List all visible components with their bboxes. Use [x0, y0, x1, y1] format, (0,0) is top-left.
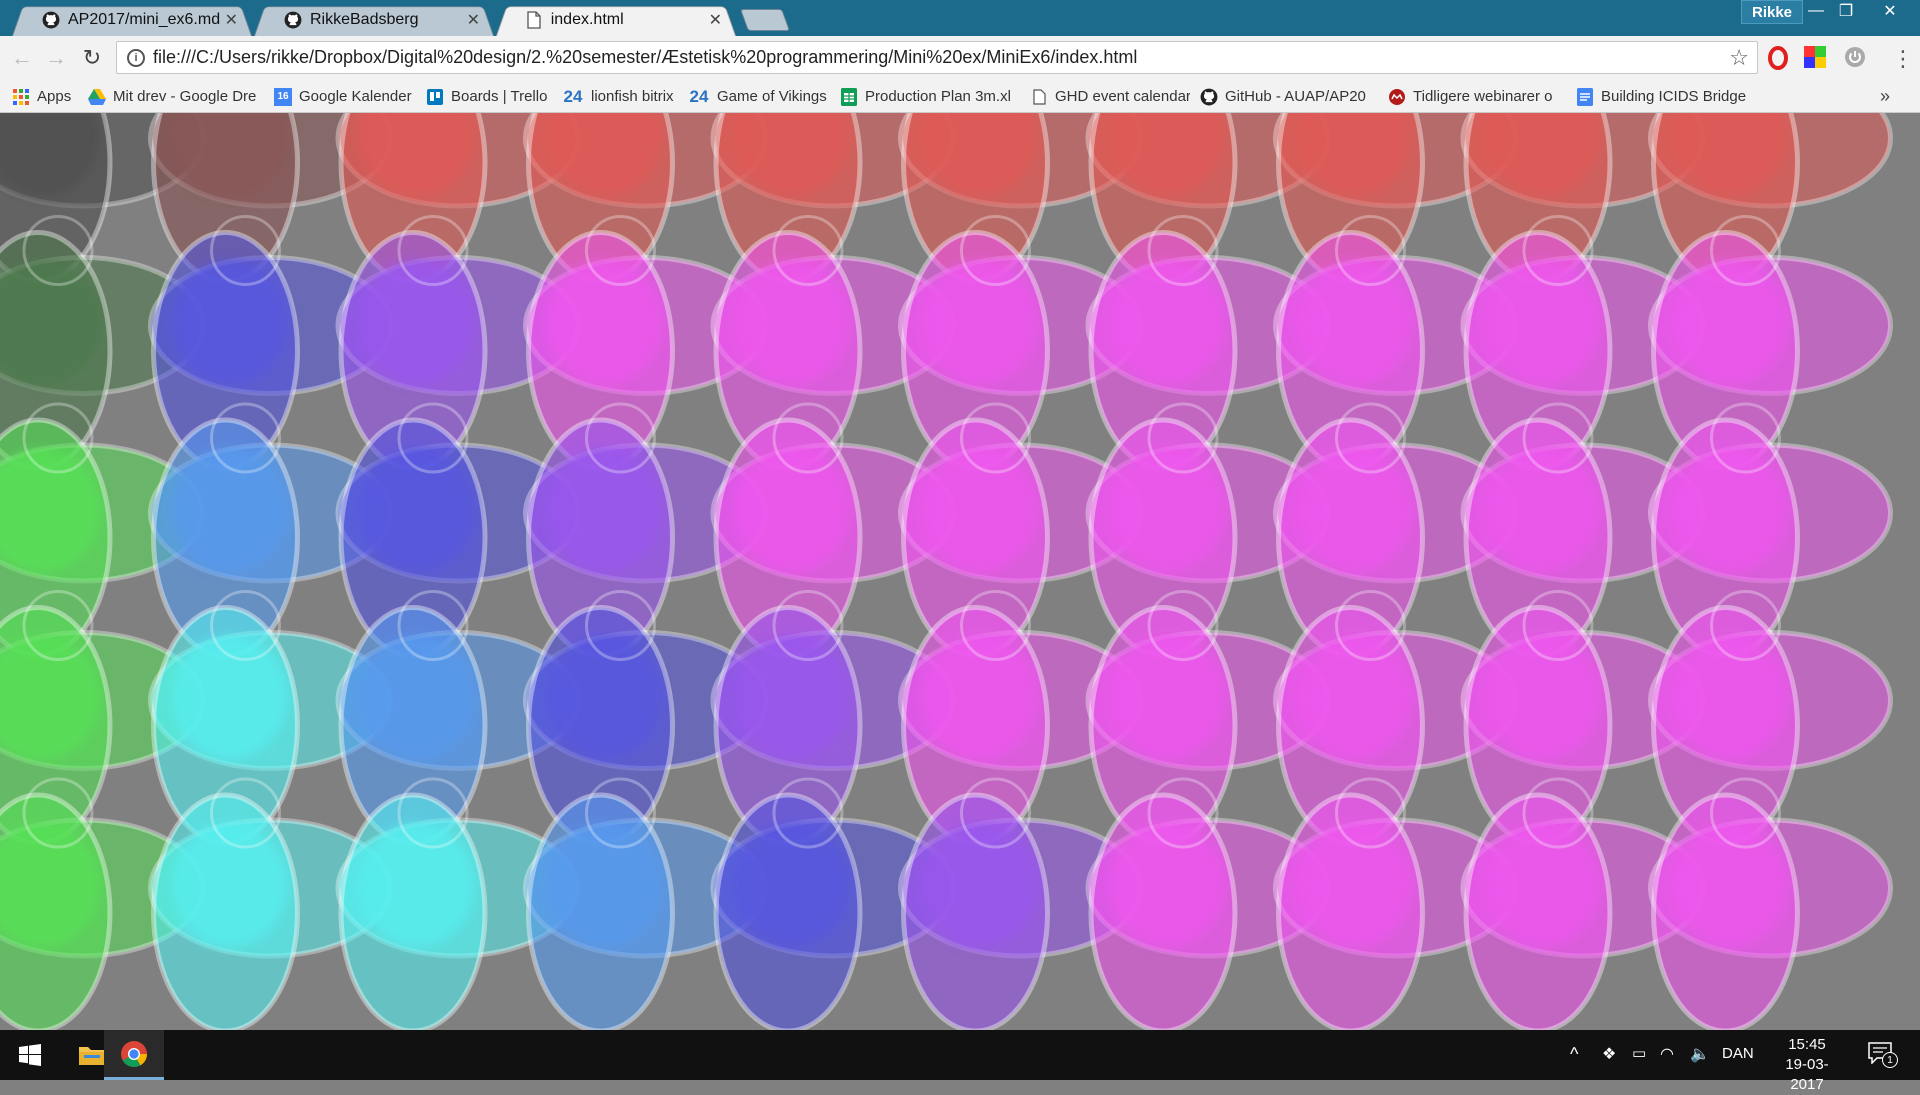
windows-taskbar: ^ ❖ ▭ ◠ 🔈 DAN 15:45 19-03-2017 1: [0, 1030, 1920, 1093]
bookmark-label: Tidligere webinarer o: [1413, 88, 1553, 105]
tab-title: RikkeBadsberg: [310, 10, 419, 28]
calendar-icon: 16: [274, 87, 292, 106]
new-tab-button[interactable]: [739, 9, 791, 31]
wifi-icon[interactable]: ◠: [1660, 1044, 1674, 1064]
opera-extension-icon[interactable]: [1766, 46, 1790, 70]
reload-button[interactable]: ↻: [78, 44, 106, 72]
clock-time: 15:45: [1788, 1036, 1826, 1053]
notification-count: 1: [1882, 1052, 1898, 1068]
bookmark-lionfish-bitrix[interactable]: 24 lionfish bitrix: [562, 80, 680, 113]
github-icon: [42, 11, 60, 29]
bookmark-label: Apps: [37, 88, 72, 105]
windows-logo-icon: [19, 1044, 41, 1066]
bookmark-label: Google Kalender: [299, 88, 412, 105]
trello-icon: [426, 88, 444, 106]
bookmark-google-kalender[interactable]: 16 Google Kalender: [274, 80, 414, 113]
minimize-button[interactable]: —: [1800, 0, 1832, 22]
file-icon: [526, 10, 543, 29]
dropbox-icon[interactable]: ❖: [1602, 1044, 1616, 1064]
close-window-button[interactable]: ✕: [1874, 0, 1906, 22]
battery-icon[interactable]: ▭: [1632, 1044, 1646, 1062]
reload-icon: ↻: [82, 45, 102, 70]
bookmark-ghd-event-calendar[interactable]: GHD event calendar: [1030, 80, 1190, 113]
arrow-right-icon: →: [45, 45, 67, 70]
bookmark-label: GitHub - AUAP/AP20: [1225, 88, 1366, 105]
bitrix24-icon: 24: [563, 86, 583, 106]
bookmarks-bar: Apps Mit drev - Google Dre 16 Google Kal…: [0, 80, 1920, 113]
volume-icon[interactable]: 🔈: [1690, 1044, 1710, 1064]
browser-title-bar: AP2017/mini_ex6.md at r ✕ RikkeBadsberg …: [0, 0, 1920, 37]
tab-ap2017[interactable]: AP2017/mini_ex6.md at r ✕: [12, 3, 252, 37]
bookmark-building-icids-bridge[interactable]: Building ICIDS Bridge: [1576, 80, 1748, 113]
language-indicator[interactable]: DAN: [1722, 1045, 1754, 1062]
bookmark-label: Building ICIDS Bridge: [1601, 88, 1747, 105]
bookmark-google-drive[interactable]: Mit drev - Google Dre: [88, 80, 258, 113]
clock-date: 19-03-2017: [1785, 1056, 1829, 1093]
bitrix24-icon: 24: [689, 86, 709, 106]
power-extension-icon[interactable]: [1844, 46, 1868, 70]
tab-title: AP2017/mini_ex6.md at r: [68, 10, 225, 28]
docs-icon: [1576, 87, 1594, 106]
clock[interactable]: 15:45 19-03-2017: [1772, 1035, 1842, 1095]
sheets-icon: [840, 87, 858, 106]
tab-index-html[interactable]: index.html ✕: [496, 3, 736, 37]
bookmark-label: Mit drev - Google Dre: [113, 88, 257, 105]
arrow-left-icon: ←: [11, 45, 33, 70]
webinar-icon: [1388, 88, 1406, 106]
info-icon[interactable]: i: [127, 48, 145, 67]
bookmark-label: Game of Vikings: [717, 88, 827, 105]
close-icon[interactable]: ✕: [709, 10, 722, 30]
bookmark-label: lionfish bitrix: [591, 88, 674, 105]
more-menu-icon[interactable]: ⋮: [1892, 46, 1914, 72]
notification-center-button[interactable]: 1: [1868, 1042, 1898, 1068]
bookmarks-overflow-icon[interactable]: »: [1880, 86, 1890, 107]
tab-title: index.html: [550, 10, 624, 28]
chrome-button[interactable]: [104, 1030, 164, 1080]
bookmark-github-auap[interactable]: GitHub - AUAP/AP20: [1200, 80, 1372, 113]
forward-button[interactable]: →: [42, 44, 70, 72]
close-icon[interactable]: ✕: [225, 10, 238, 30]
start-button[interactable]: [0, 1030, 60, 1080]
apps-grid-icon: [12, 88, 30, 106]
ellipse-pattern: [0, 113, 1893, 1030]
bookmark-label: Production Plan 3m.xl: [865, 88, 1011, 105]
page-icon: [1030, 88, 1048, 106]
bookmark-game-of-vikings[interactable]: 24 Game of Vikings: [688, 80, 828, 113]
chevron-up-icon[interactable]: ^: [1570, 1044, 1578, 1065]
sketch-canvas[interactable]: [0, 113, 1920, 1030]
github-icon: [284, 11, 302, 29]
bookmark-apps[interactable]: Apps: [12, 80, 76, 113]
back-button[interactable]: ←: [8, 44, 36, 72]
close-icon[interactable]: ✕: [467, 10, 480, 30]
google-drive-icon: [88, 88, 106, 106]
bookmark-label: Boards | Trello: [451, 88, 548, 105]
restore-button[interactable]: ❐: [1830, 0, 1862, 22]
bookmark-label: GHD event calendar: [1055, 88, 1190, 105]
profile-button[interactable]: Rikke: [1741, 0, 1804, 24]
bookmark-star-icon[interactable]: ☆: [1729, 45, 1749, 71]
github-icon: [1200, 88, 1218, 106]
bookmark-trello[interactable]: Boards | Trello: [426, 80, 556, 113]
tab-rikkebadsberg[interactable]: RikkeBadsberg ✕: [254, 3, 494, 37]
address-bar[interactable]: i file:///C:/Users/rikke/Dropbox/Digital…: [116, 41, 1758, 74]
folder-icon: [79, 1047, 105, 1065]
browser-toolbar: ← → ↻ i file:///C:/Users/rikke/Dropbox/D…: [0, 36, 1920, 80]
bookmark-tidligere-webinarer[interactable]: Tidligere webinarer o: [1388, 80, 1560, 113]
chrome-icon: [121, 1040, 148, 1067]
bookmark-production-plan[interactable]: Production Plan 3m.xl: [840, 80, 1012, 113]
address-url[interactable]: file:///C:/Users/rikke/Dropbox/Digital%2…: [153, 47, 1137, 68]
color-picker-extension-icon[interactable]: [1804, 46, 1828, 70]
